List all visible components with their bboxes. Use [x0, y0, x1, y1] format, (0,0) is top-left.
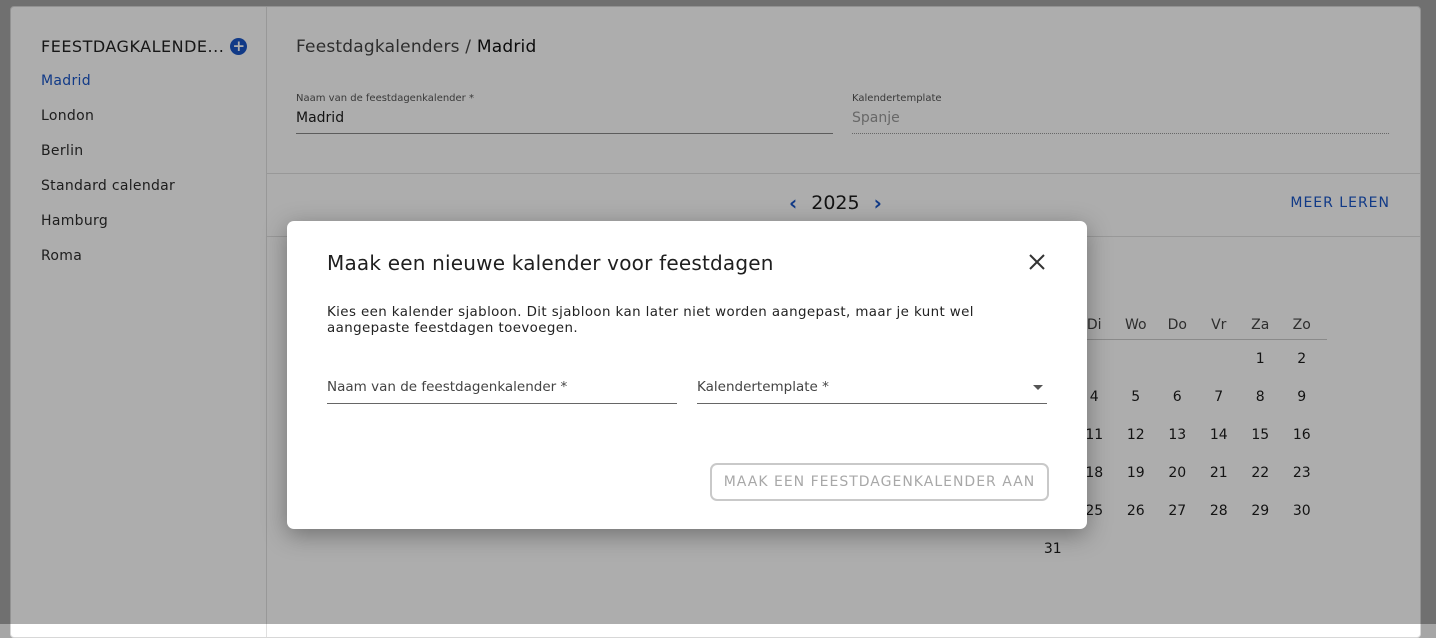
create-calendar-button[interactable]: MAAK EEN FEESTDAGENKALENDER AAN	[710, 463, 1049, 501]
close-icon[interactable]	[1027, 252, 1047, 272]
calendar-name-input[interactable]: Naam van de feestdagenkalender *	[327, 379, 677, 404]
template-placeholder: Kalendertemplate *	[697, 379, 829, 395]
dialog-description: Kies een kalender sjabloon. Dit sjabloon…	[327, 305, 974, 336]
template-select[interactable]: Kalendertemplate *	[697, 379, 1047, 404]
new-calendar-dialog: Maak een nieuwe kalender voor feestdagen…	[287, 221, 1087, 529]
dropdown-arrow-icon[interactable]	[1033, 385, 1043, 390]
dialog-title: Maak een nieuwe kalender voor feestdagen	[327, 251, 774, 275]
calendar-name-placeholder: Naam van de feestdagenkalender *	[327, 379, 568, 395]
